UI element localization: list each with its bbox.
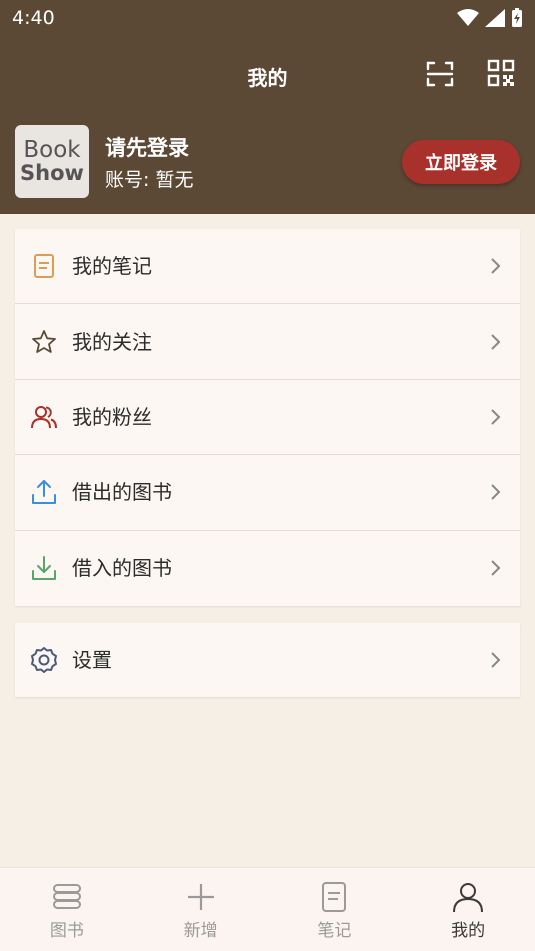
menu-item-label: 我的粉丝 xyxy=(72,404,152,429)
tab-label: 笔记 xyxy=(317,921,352,941)
signal-icon xyxy=(485,9,505,27)
scan-icon[interactable] xyxy=(424,58,456,90)
menu-item-lent-books[interactable]: 借出的图书 xyxy=(15,455,520,531)
menu-item-label: 借出的图书 xyxy=(72,480,172,505)
battery-icon xyxy=(512,8,522,27)
note-icon xyxy=(322,882,347,912)
menu-item-my-notes[interactable]: 我的笔记 xyxy=(15,229,520,305)
menu-item-borrowed-books[interactable]: 借入的图书 xyxy=(15,531,520,606)
tab-label: 我的 xyxy=(451,921,486,941)
chevron-right-icon xyxy=(491,258,501,274)
tab-books[interactable]: 图书 xyxy=(0,868,134,951)
download-icon xyxy=(32,556,56,581)
menu-item-label: 我的笔记 xyxy=(72,254,152,279)
menu-item-settings[interactable]: 设置 xyxy=(15,623,520,697)
chevron-right-icon xyxy=(491,560,501,576)
settings-card: 设置 xyxy=(15,623,520,697)
bottom-tab-bar: 图书 新增 笔记 我的 xyxy=(0,867,535,951)
tab-mine[interactable]: 我的 xyxy=(401,868,535,951)
wifi-icon xyxy=(457,9,479,26)
status-bar: 4:40 xyxy=(0,0,535,36)
person-icon xyxy=(453,883,484,913)
chevron-right-icon xyxy=(491,484,501,501)
profile-account: 账号: 暂无 xyxy=(105,169,194,191)
avatar[interactable]: Book Show xyxy=(15,125,89,198)
chevron-right-icon xyxy=(491,409,501,425)
profile-name: 请先登录 xyxy=(105,136,189,160)
menu-item-label: 我的关注 xyxy=(72,329,152,354)
tab-notes[interactable]: 笔记 xyxy=(268,868,402,951)
menu-item-following[interactable]: 我的关注 xyxy=(15,304,520,380)
gear-icon xyxy=(31,647,57,673)
star-icon xyxy=(32,329,56,353)
tab-label: 图书 xyxy=(49,921,84,941)
status-time: 4:40 xyxy=(12,7,55,29)
chevron-right-icon xyxy=(491,333,501,350)
menu-item-fans[interactable]: 我的粉丝 xyxy=(15,380,520,456)
note-icon xyxy=(34,254,54,279)
books-icon xyxy=(52,884,81,909)
chevron-right-icon xyxy=(491,652,501,668)
menu-item-label: 设置 xyxy=(72,648,112,672)
qr-code-icon[interactable] xyxy=(486,58,516,88)
tab-add[interactable]: 新增 xyxy=(134,868,268,951)
profile-section: Book Show 请先登录 账号: 暂无 立即登录 xyxy=(0,118,535,214)
upload-icon xyxy=(32,480,56,505)
header-area: 4:40 我的 Book Show 请先登录 账号: 暂无 立即登录 xyxy=(0,0,535,214)
menu-item-label: 借入的图书 xyxy=(72,556,172,581)
login-button[interactable]: 立即登录 xyxy=(402,140,520,184)
menu-card: 我的笔记 我的关注 我的粉丝 借出的图书 借入的图书 xyxy=(15,229,520,606)
plus-icon xyxy=(187,884,214,910)
tab-label: 新增 xyxy=(183,921,218,941)
fans-icon xyxy=(31,405,57,429)
